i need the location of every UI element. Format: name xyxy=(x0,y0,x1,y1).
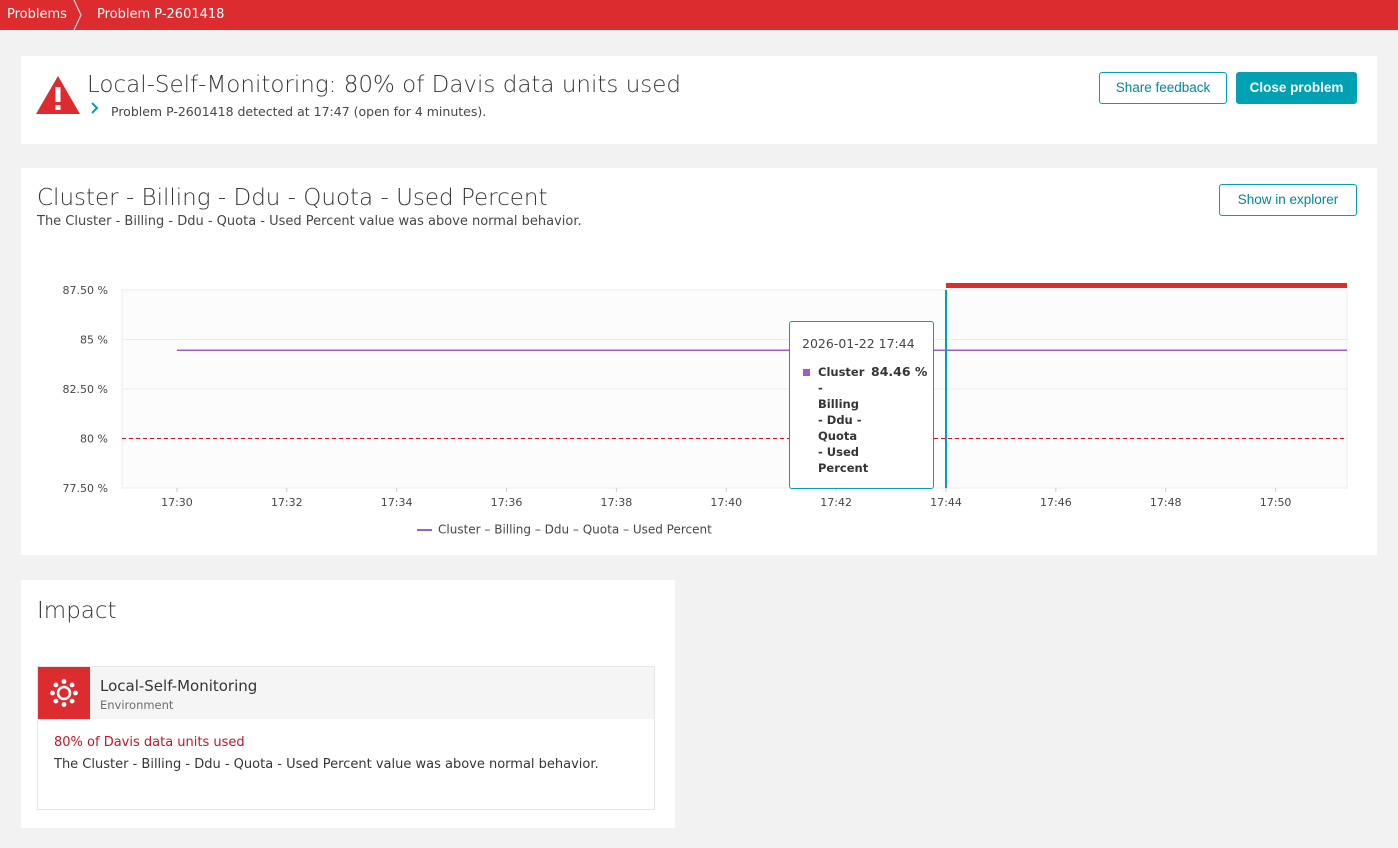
entity-name[interactable]: Local-Self-Monitoring xyxy=(100,677,257,695)
x-tick-label: 17:30 xyxy=(161,496,193,509)
breadcrumb-separator-icon xyxy=(73,0,82,30)
environment-icon-box xyxy=(38,667,90,719)
problem-header: Local-Self-Monitoring: 80% of Davis data… xyxy=(21,56,1377,144)
problem-window-bar xyxy=(945,283,1347,288)
tooltip-value: 84.46 % xyxy=(871,364,928,379)
expand-chevron-icon[interactable] xyxy=(89,102,99,114)
impact-event-description: The Cluster - Billing - Ddu - Quota - Us… xyxy=(54,757,599,772)
breadcrumb-problems[interactable]: Problems xyxy=(7,0,67,30)
x-tick-label: 17:50 xyxy=(1260,496,1292,509)
y-tick-label: 80 % xyxy=(80,433,108,446)
legend-line-swatch xyxy=(417,528,432,531)
x-tick-label: 17:44 xyxy=(930,496,962,509)
tooltip-series-name: Cluster - Billing - Ddu - Quota - Used P… xyxy=(818,365,869,475)
impact-event-title: 80% of Davis data units used xyxy=(54,735,245,750)
problem-title: Local-Self-Monitoring: 80% of Davis data… xyxy=(87,72,682,98)
environment-icon xyxy=(50,679,78,707)
x-tick-label: 17:38 xyxy=(601,496,633,509)
x-tick-label: 17:32 xyxy=(271,496,303,509)
chart-tooltip: 2026-01-22 17:44 Cluster - Billing - Ddu… xyxy=(789,321,934,489)
impact-card: Impact Local-Self-Monitoring Environment… xyxy=(21,580,675,828)
y-tick-label: 87.50 % xyxy=(63,284,108,297)
show-in-explorer-button[interactable]: Show in explorer xyxy=(1219,184,1357,216)
x-tick-label: 17:42 xyxy=(820,496,852,509)
tooltip-series-swatch xyxy=(803,369,810,376)
x-tick-label: 17:48 xyxy=(1150,496,1182,509)
impact-entity[interactable]: Local-Self-Monitoring Environment 80% of… xyxy=(37,666,655,810)
legend-label: Cluster – Billing – Ddu – Quota – Used P… xyxy=(438,522,712,537)
warning-icon xyxy=(36,76,80,114)
problem-subtitle: Problem P-2601418 detected at 17:47 (ope… xyxy=(111,104,487,119)
y-tick-label: 77.50 % xyxy=(63,482,108,495)
y-tick-label: 82.50 % xyxy=(63,383,108,396)
chart-subtitle: The Cluster - Billing - Ddu - Quota - Us… xyxy=(37,214,582,229)
x-tick-label: 17:36 xyxy=(491,496,523,509)
y-tick-label: 85 % xyxy=(80,334,108,347)
chart-legend[interactable]: Cluster – Billing – Ddu – Quota – Used P… xyxy=(417,519,712,537)
metric-chart-card: 87.50 % 85 % 82.50 % 80 % 77.50 % 17:30 17:32 1… xyxy=(21,168,1377,555)
x-tick-label: 17:34 xyxy=(381,496,413,509)
chart-title: Cluster - Billing - Ddu - Quota - Used P… xyxy=(37,185,548,211)
share-feedback-button[interactable]: Share feedback xyxy=(1099,72,1227,104)
breadcrumb: Problems Problem P-2601418 xyxy=(0,0,1398,30)
close-problem-button[interactable]: Close problem xyxy=(1236,72,1357,104)
entity-type: Environment xyxy=(100,698,174,712)
impact-entity-header[interactable]: Local-Self-Monitoring Environment xyxy=(38,667,654,719)
x-tick-label: 17:46 xyxy=(1040,496,1072,509)
x-tick-label: 17:40 xyxy=(710,496,742,509)
impact-title: Impact xyxy=(37,598,117,624)
tooltip-date: 2026-01-22 17:44 xyxy=(802,336,915,351)
breadcrumb-current-problem: Problem P-2601418 xyxy=(97,7,225,22)
